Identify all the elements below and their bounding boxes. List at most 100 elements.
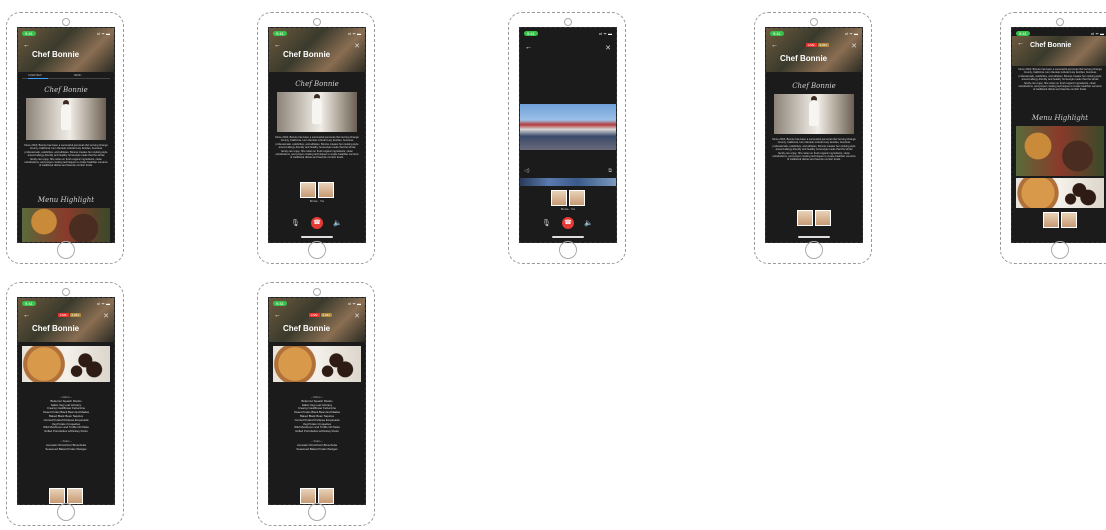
participant-avatar-a[interactable] [300, 182, 316, 198]
close-icon[interactable]: ✕ [103, 312, 109, 320]
speaker-icon[interactable]: 🔈 [584, 219, 593, 227]
viewer-count-badge: 2,341 [817, 43, 830, 47]
camera-icon [1056, 18, 1064, 26]
chef-title: Chef Bonnie [283, 324, 331, 333]
live-badge: LIVE [58, 313, 69, 317]
participant-avatar-a[interactable] [797, 210, 813, 226]
participant-avatar-b[interactable] [318, 182, 334, 198]
signal-icon: ııl ᯤ ▬ [348, 31, 361, 36]
screen-call-bio: 9:41 ııl ᯤ ▬ ← LIVE 2,341 ✕ Chef Bonnie Ch… [765, 27, 863, 243]
back-arrow-icon[interactable]: ← [23, 42, 30, 49]
participant-name-b: You [570, 208, 576, 211]
participant-avatar-a[interactable] [49, 488, 65, 504]
close-icon[interactable]: ✕ [354, 42, 360, 50]
participant-avatar-a[interactable] [551, 190, 567, 206]
close-icon[interactable]: ✕ [851, 42, 857, 50]
phone-frame-5: 9:41 ııl ᯤ ▬ ← Chef Bonnie Since 2010, Bo… [1000, 12, 1106, 264]
chef-photo [277, 92, 357, 132]
end-call-button[interactable]: ☎ [311, 217, 323, 229]
signal-icon: ııl ᯤ ▬ [97, 31, 110, 36]
tab-overview[interactable]: OVERVIEW [28, 74, 41, 77]
participant-avatar-b[interactable] [815, 210, 831, 226]
status-time: 9:41 [273, 301, 287, 306]
status-bar: 9:41 ııl ᯤ ▬ [22, 301, 110, 308]
status-bar: 9:41 ııl ᯤ ▬ [273, 31, 361, 38]
phone-frame-4: 9:41 ııl ᯤ ▬ ← LIVE 2,341 ✕ Chef Bonnie Ch… [754, 12, 872, 264]
menu-list: ~ Mains ~ Butternut Squash Risotto Itali… [275, 395, 359, 451]
participant-name-a: Bonnie [560, 208, 569, 211]
fullscreen-icon[interactable]: ⧉ [608, 168, 612, 174]
back-arrow-icon[interactable]: ← [771, 42, 778, 49]
chef-title: Chef Bonnie [283, 50, 331, 59]
phone-frame-6: 9:41 ııl ᯤ ▬ ← LIVE 2,341 ✕ Chef Bonnie ~ … [6, 282, 124, 526]
screen-chef-profile-overview: 9:41 ııl ᯤ ▬ ← Chef Bonnie OVERVIEW MENU … [17, 27, 115, 243]
viewer-count-badge: 2,341 [320, 313, 333, 317]
tab-indicator [28, 78, 48, 79]
dessert-image [1016, 178, 1104, 208]
video-timeline[interactable] [520, 178, 616, 186]
signal-icon: ııl ᯤ ▬ [599, 31, 612, 36]
microphone-icon[interactable]: 🎙 [542, 219, 551, 227]
dessert-image [273, 346, 361, 382]
back-arrow-icon[interactable]: ← [1017, 40, 1024, 47]
close-icon[interactable]: ✕ [354, 312, 360, 320]
chef-script-title: Chef Bonnie [295, 80, 339, 88]
chef-script-title: Chef Bonnie [792, 82, 836, 90]
status-bar: 9:41 ııl ᯤ ▬ [524, 31, 612, 38]
call-controls: 🎙 ☎ 🔈 [520, 216, 616, 230]
back-arrow-icon[interactable]: ← [525, 44, 532, 51]
home-button [57, 503, 75, 521]
microphone-icon[interactable]: 🎙 [291, 219, 300, 227]
tab-menu[interactable]: MENU [74, 74, 81, 77]
participant-avatar-b[interactable] [1061, 212, 1077, 228]
chef-bio: Since 2010, Bonnie has been a successful… [24, 144, 108, 168]
chef-title: Chef Bonnie [780, 54, 828, 63]
participant-thumbs: Bonnie · You [269, 182, 365, 203]
menu-item: Seasoned Baked Potato Wedges [296, 446, 338, 451]
participant-avatar-a[interactable] [300, 488, 316, 504]
participant-thumbs [1012, 212, 1106, 230]
camera-icon [62, 288, 70, 296]
back-arrow-icon[interactable]: ← [23, 312, 30, 319]
participant-thumbs [766, 210, 862, 228]
screen-menu-highlight: 9:41 ııl ᯤ ▬ ← Chef Bonnie Since 2010, Bo… [1011, 27, 1106, 243]
close-icon[interactable]: ✕ [605, 44, 611, 52]
camera-icon [313, 18, 321, 26]
chef-hero-banner: 9:41 ııl ᯤ ▬ ← ✕ Chef Bonnie [269, 28, 365, 72]
chef-hero-banner: ← Chef Bonnie [1012, 36, 1106, 66]
live-badge: LIVE [309, 313, 320, 317]
home-indicator [552, 236, 584, 238]
screen-menu-list-2: 9:41 ııl ᯤ ▬ ← LIVE 2,341 ✕ Chef Bonnie ~ … [268, 297, 366, 505]
shared-video[interactable] [520, 104, 616, 150]
status-time: 9:41 [273, 31, 287, 36]
menu-item: Grilled Portobellos w/Parsley Pesto [44, 429, 88, 434]
speaker-icon[interactable]: 🔈 [333, 219, 342, 227]
phone-frame-1: 9:41 ııl ᯤ ▬ ← Chef Bonnie OVERVIEW MENU … [6, 12, 124, 264]
chef-bio: Since 2010, Bonnie has been a successful… [275, 136, 359, 160]
chef-hero-banner: 9:41 ııl ᯤ ▬ ← LIVE 2,341 ✕ Chef Bonnie [18, 298, 114, 342]
participant-name-a: Bonnie [309, 200, 318, 203]
chef-hero-banner: 9:41 ııl ᯤ ▬ ← LIVE 2,341 ✕ Chef Bonnie [766, 28, 862, 72]
phone-frame-7: 9:41 ııl ᯤ ▬ ← LIVE 2,341 ✕ Chef Bonnie ~ … [257, 282, 375, 526]
menu-highlight-image [22, 208, 110, 242]
call-controls: 🎙 ☎ 🔈 [269, 216, 365, 230]
camera-icon [62, 18, 70, 26]
participant-avatar-b[interactable] [67, 488, 83, 504]
back-arrow-icon[interactable]: ← [274, 42, 281, 49]
end-call-button[interactable]: ☎ [562, 217, 574, 229]
home-button [308, 241, 326, 259]
participant-avatar-b[interactable] [569, 190, 585, 206]
phone-frame-2: 9:41 ııl ᯤ ▬ ← ✕ Chef Bonnie Chef Bonnie … [257, 12, 375, 264]
dessert-image [22, 346, 110, 382]
participant-avatar-b[interactable] [318, 488, 334, 504]
participant-avatar-a[interactable] [1043, 212, 1059, 228]
menu-item: Grilled Portobellos w/Parsley Pesto [295, 429, 339, 434]
menu-item: Seasoned Baked Potato Wedges [45, 446, 87, 451]
status-time: 9:41 [770, 31, 784, 36]
status-bar: 9:41 ııl ᯤ ▬ [770, 31, 858, 38]
volume-icon[interactable]: ◁) [524, 168, 530, 174]
back-arrow-icon[interactable]: ← [274, 312, 281, 319]
live-badges: LIVE 2,341 [309, 313, 333, 317]
chef-title: Chef Bonnie [32, 50, 80, 59]
home-button [57, 241, 75, 259]
